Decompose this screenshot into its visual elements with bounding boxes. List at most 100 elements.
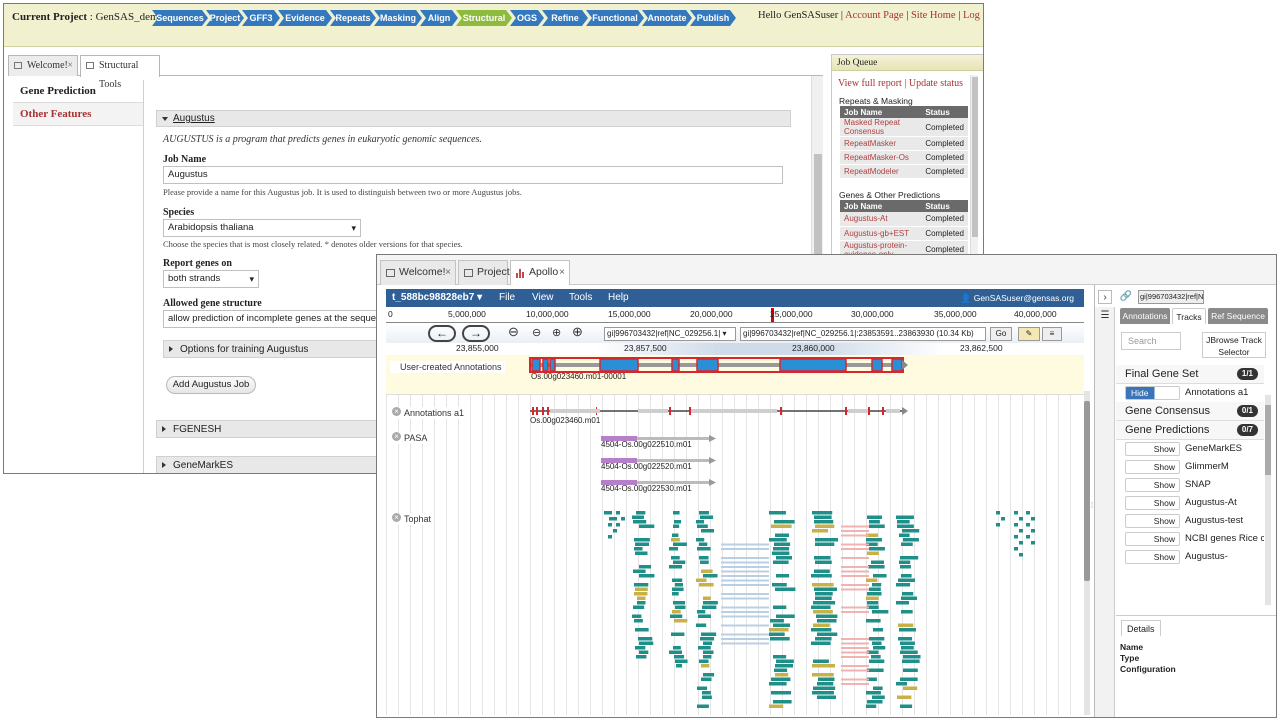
track-toggle-button[interactable]: Show	[1125, 460, 1180, 474]
zoom-in-icon[interactable]: ⊕	[552, 326, 561, 339]
track-search-input[interactable]: Search	[1121, 332, 1181, 350]
tab-welcome[interactable]: Welcome! ×	[8, 55, 78, 76]
user-gene-model[interactable]	[386, 355, 1084, 395]
step-structural[interactable]: Structural	[456, 10, 512, 26]
track-menu-icon[interactable]: ≡	[1042, 327, 1062, 341]
step-refine[interactable]: Refine	[542, 10, 588, 26]
jbrowse-track-selector-button[interactable]: JBrowse Track Selector	[1202, 332, 1266, 358]
zoom-in-big-icon[interactable]: ⊕	[572, 324, 583, 340]
step-evidence[interactable]: Evidence	[278, 10, 332, 26]
track-toggle-button[interactable]: Show	[1125, 514, 1180, 528]
pasa-features[interactable]	[386, 428, 1084, 488]
step-sequences[interactable]: Sequences	[152, 10, 208, 26]
read	[901, 596, 918, 600]
tab-apollo[interactable]: Apollo ×	[510, 260, 570, 285]
read	[1031, 517, 1035, 521]
job-queue-scrollbar[interactable]	[970, 75, 978, 265]
species-select[interactable]: Arabidopsis thaliana	[163, 219, 361, 237]
close-icon[interactable]: ×	[445, 261, 451, 284]
zoom-out-big-icon[interactable]: ⊖	[508, 324, 519, 340]
track-category[interactable]: Gene Consensus 0/1	[1116, 402, 1264, 421]
nav-gene-prediction[interactable]: Gene Prediction	[13, 80, 143, 103]
tab-structural-tools[interactable]: Structural Tools	[80, 55, 160, 90]
menu-view[interactable]: View	[532, 289, 554, 307]
job-name-link[interactable]: Masked Repeat Consensus	[840, 118, 922, 137]
link-icon[interactable]: 🔗	[1119, 290, 1133, 304]
read-gap	[721, 575, 769, 577]
step-masking[interactable]: Masking	[374, 10, 422, 26]
view-full-report-link[interactable]: View full report	[838, 78, 902, 89]
step-project[interactable]: Project	[206, 10, 244, 26]
tab-project[interactable]: Project	[458, 260, 510, 285]
scrollbar-thumb[interactable]	[1084, 401, 1090, 581]
organism-select[interactable]: t_588bc98828eb7 ▾	[392, 289, 482, 307]
menu-help[interactable]: Help	[608, 289, 629, 307]
menu-tools[interactable]: Tools	[569, 289, 592, 307]
tab-welcome[interactable]: Welcome! ×	[380, 260, 456, 285]
job-name-input[interactable]: Augustus	[163, 166, 783, 184]
site-home-link[interactable]: Site Home	[911, 10, 956, 21]
step-repeats[interactable]: Repeats	[330, 10, 376, 26]
track-scrollbar[interactable]	[1084, 391, 1090, 715]
account-page-link[interactable]: Account Page	[845, 10, 904, 21]
zoom-out-icon[interactable]: ⊖	[532, 326, 541, 339]
job-name-link[interactable]: RepeatMasker	[840, 136, 922, 151]
job-name-link[interactable]: Augustus-At	[840, 212, 922, 227]
track-toggle-button[interactable]: Show	[1125, 532, 1180, 546]
track-toggle-button[interactable]: Hide	[1125, 386, 1180, 400]
read	[866, 578, 878, 582]
detail-name: Name	[1120, 642, 1144, 652]
track-list-scrollbar[interactable]	[1265, 395, 1271, 605]
read	[702, 691, 711, 695]
user-account[interactable]: 👤 GenSASuser@gensas.org	[961, 289, 1074, 307]
track-toggle-button[interactable]: Show	[1125, 550, 1180, 564]
chevron-right-icon[interactable]: ›	[1098, 290, 1112, 304]
track-toggle-button[interactable]: Show	[1125, 496, 1180, 510]
repeats-section-title: Repeats & Masking	[839, 96, 913, 106]
logout-link[interactable]: Log out	[963, 10, 983, 21]
sequence-select[interactable]: gi|996703432|ref|NC_029256.1| ▾	[604, 327, 736, 341]
pan-right-icon[interactable]: →	[462, 325, 490, 342]
track-category[interactable]: Gene Predictions 0/7	[1116, 421, 1264, 440]
job-name-link[interactable]: RepeatModeler	[840, 164, 922, 179]
step-ogs[interactable]: OGS	[510, 10, 544, 26]
read	[903, 538, 919, 542]
augustus-accordion-header[interactable]: Augustus	[156, 110, 791, 127]
step-align[interactable]: Align	[420, 10, 458, 26]
track-toggle-button[interactable]: Show	[1125, 478, 1180, 492]
read	[675, 659, 688, 663]
step-annotate[interactable]: Annotate	[642, 10, 692, 26]
overview-ruler[interactable]: 0 5,000,000 10,000,000 15,000,000 20,000,000…	[386, 308, 1084, 323]
scrollbar-thumb[interactable]	[1265, 405, 1271, 475]
menu-file[interactable]: File	[499, 289, 515, 307]
annotations-gene[interactable]	[386, 405, 1084, 425]
splitter-handle[interactable]: ⁞	[1091, 501, 1093, 510]
step-gff3[interactable]: GFF3	[242, 10, 280, 26]
job-name-link[interactable]: Augustus-gb+EST	[840, 226, 922, 241]
tab-tracks[interactable]: Tracks	[1172, 308, 1206, 324]
track-category[interactable]: Final Gene Set 1/1	[1116, 365, 1264, 384]
close-icon[interactable]: ×	[67, 56, 73, 75]
list-icon[interactable]: ☰	[1098, 309, 1112, 323]
nav-other-features[interactable]: Other Features	[13, 103, 143, 126]
tab-details[interactable]: Details	[1121, 620, 1161, 636]
close-icon[interactable]: ×	[559, 261, 565, 284]
go-button[interactable]: Go	[990, 327, 1012, 341]
add-augustus-job-button[interactable]: Add Augustus Job	[166, 376, 256, 394]
tab-ref-sequence[interactable]: Ref Sequence	[1208, 308, 1268, 324]
job-name-link[interactable]: RepeatMasker-Os	[840, 150, 922, 165]
sequence-box[interactable]: gi|996703432|ref|NC	[1138, 290, 1204, 304]
scrollbar-thumb[interactable]	[972, 77, 978, 237]
read	[901, 542, 913, 546]
pan-left-icon[interactable]: ←	[428, 325, 456, 342]
highlight-icon[interactable]: ✎	[1018, 327, 1040, 341]
update-status-link[interactable]: Update status	[909, 78, 963, 89]
track-toggle-button[interactable]: Show	[1125, 442, 1180, 456]
location-input[interactable]: gi|996703432|ref|NC_029256.1|:23853591..…	[740, 327, 986, 341]
read	[902, 659, 920, 663]
augustus-description: AUGUSTUS is a program that predicts gene…	[163, 134, 482, 145]
report-genes-select[interactable]: both strands	[163, 270, 259, 288]
tab-annotations[interactable]: Annotations	[1120, 308, 1170, 324]
step-functional[interactable]: Functional	[586, 10, 644, 26]
step-publish[interactable]: Publish	[690, 10, 736, 26]
